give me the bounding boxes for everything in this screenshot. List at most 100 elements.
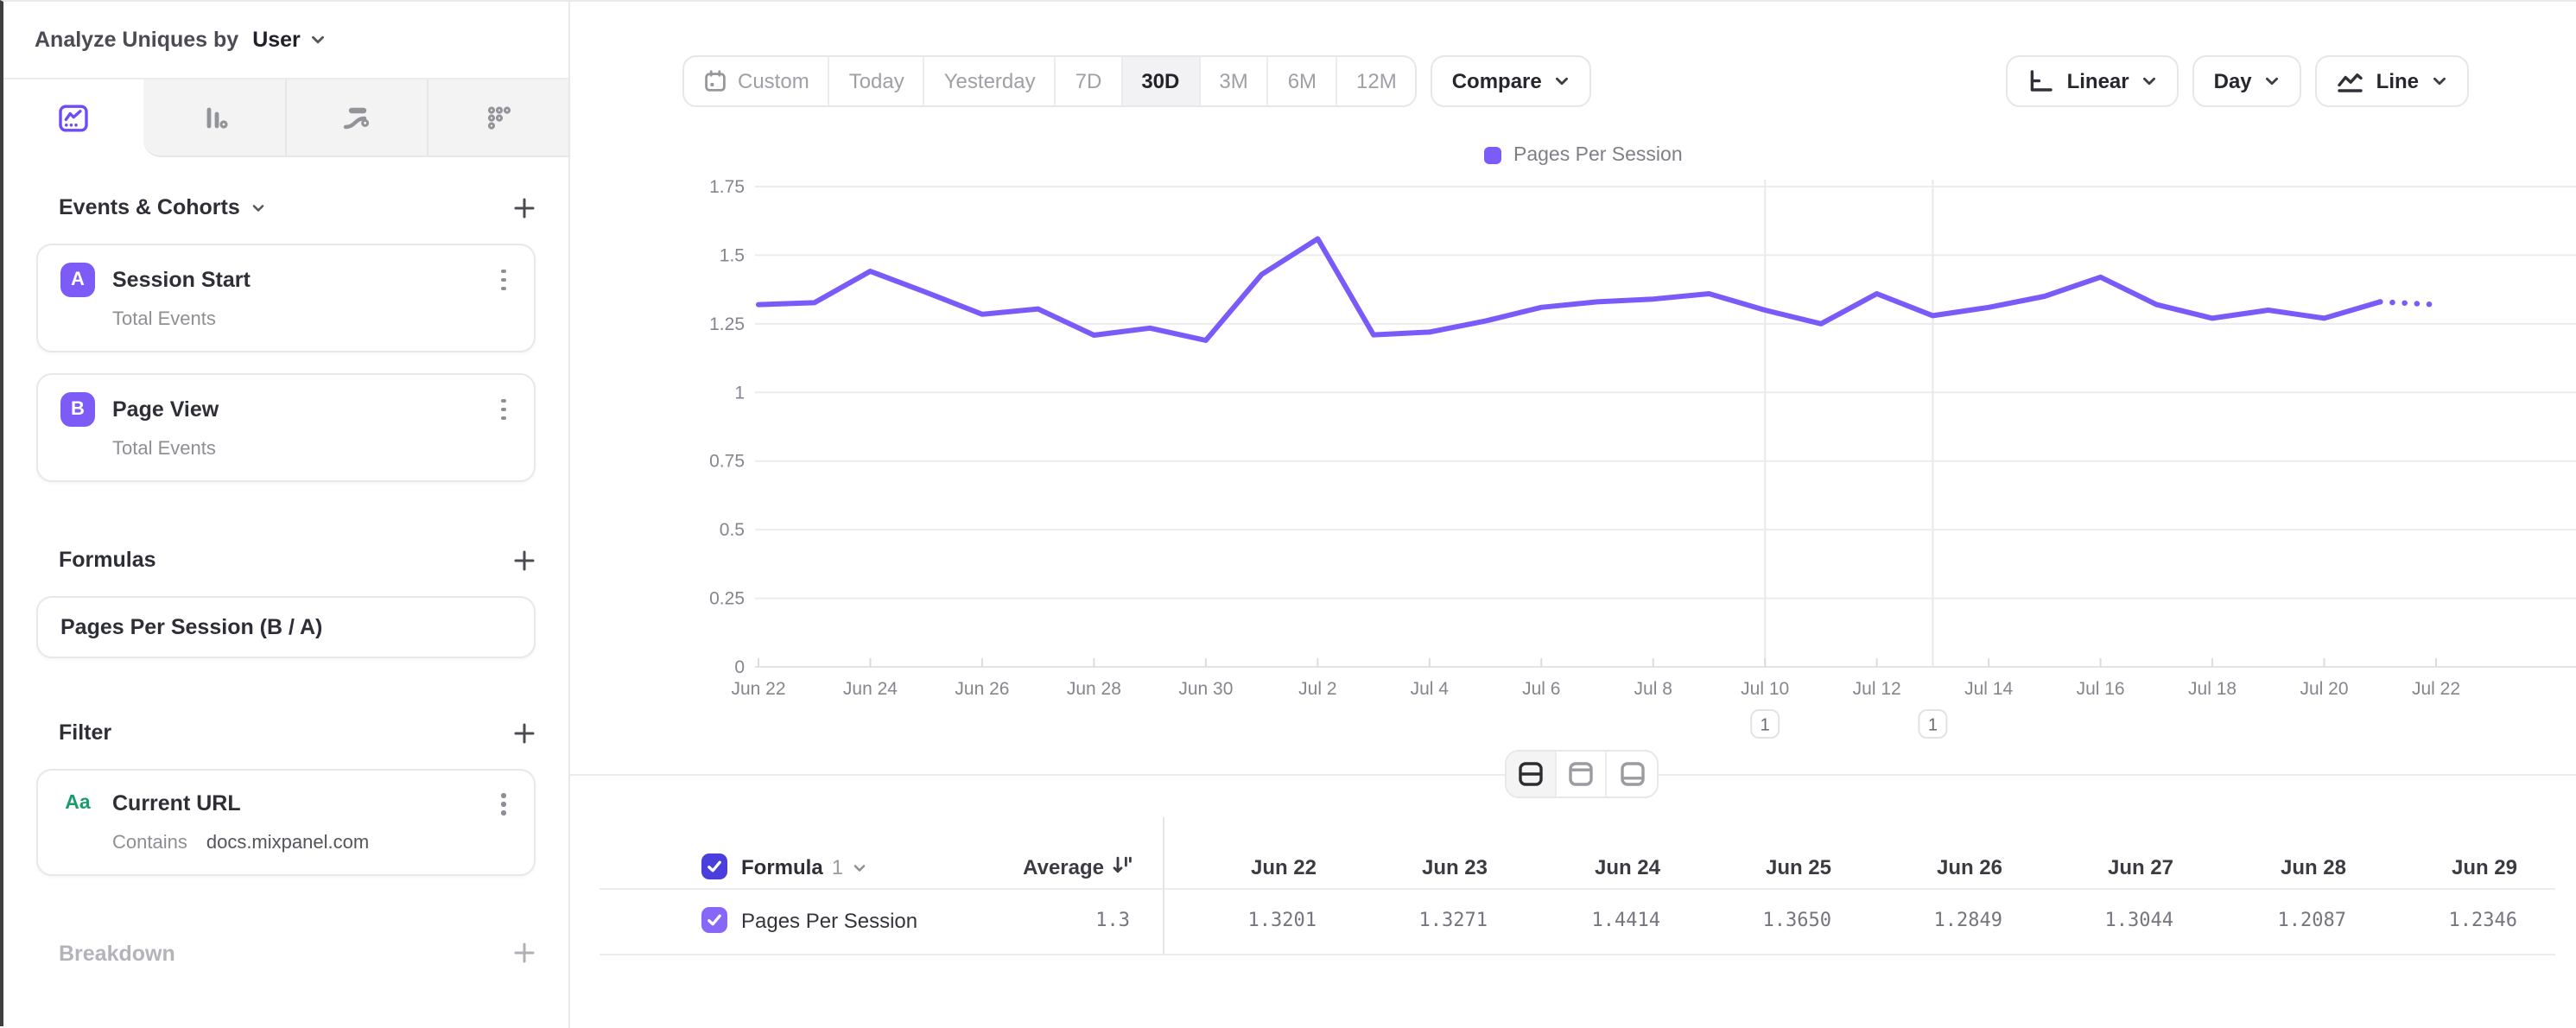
event-card-session-start[interactable]: A Session Start Total Events bbox=[36, 244, 536, 352]
filter-value[interactable]: docs.mixpanel.com bbox=[206, 833, 369, 853]
layout-table-button[interactable] bbox=[1607, 752, 1657, 796]
sort-descending-icon[interactable] bbox=[1111, 853, 1133, 876]
range-12m-button[interactable]: 12M bbox=[1337, 57, 1416, 105]
range-yesterday-button[interactable]: Yesterday bbox=[925, 57, 1056, 105]
x-tick-label: Jun 28 bbox=[1067, 679, 1121, 699]
formula-column-header[interactable]: Formula1 bbox=[741, 855, 867, 879]
x-tick-label: Jul 10 bbox=[1741, 679, 1789, 699]
filter-card-current-url[interactable]: Aa Current URL Containsdocs.mixpanel.com bbox=[36, 769, 536, 876]
formula-card[interactable]: Pages Per Session (B / A) bbox=[36, 596, 536, 658]
event-card-page-view[interactable]: B Page View Total Events bbox=[36, 373, 536, 482]
table-cell: 1.2087 bbox=[2191, 909, 2346, 931]
x-tick-label: Jul 8 bbox=[1634, 679, 1672, 699]
table-row-label[interactable]: Pages Per Session bbox=[741, 909, 917, 933]
event-name[interactable]: Page View bbox=[112, 397, 479, 422]
add-formula-button[interactable] bbox=[513, 549, 536, 571]
y-tick-label: 0.75 bbox=[709, 452, 745, 472]
x-tick-label: Jul 16 bbox=[2077, 679, 2125, 699]
inactive-tabs-group bbox=[143, 79, 568, 157]
x-tick-label: Jul 22 bbox=[2412, 679, 2460, 699]
check-icon bbox=[705, 911, 724, 930]
date-column-header[interactable]: Jun 27 bbox=[2018, 855, 2173, 879]
filter-operator[interactable]: Contains bbox=[112, 833, 187, 853]
y-tick-label: 1 bbox=[734, 383, 745, 403]
granularity-selector-button[interactable]: Day bbox=[2193, 55, 2302, 107]
range-today-button[interactable]: Today bbox=[830, 57, 925, 105]
y-tick-label: 1.5 bbox=[720, 245, 745, 265]
table-cell: 1.3201 bbox=[1161, 909, 1317, 931]
kebab-menu-icon[interactable] bbox=[497, 393, 511, 426]
annotation-count: 1 bbox=[1761, 715, 1770, 734]
insights-report: Analyze Uniques by User bbox=[0, 0, 2576, 1026]
series-line-incomplete bbox=[2380, 301, 2436, 304]
x-tick-label: Jun 30 bbox=[1178, 679, 1233, 699]
y-tick-label: 1.25 bbox=[709, 314, 745, 334]
line-chart-type-icon bbox=[2337, 67, 2364, 95]
series-line bbox=[758, 238, 2380, 340]
y-tick-label: 1.75 bbox=[709, 177, 745, 197]
select-all-checkbox[interactable] bbox=[701, 853, 727, 879]
add-event-button[interactable] bbox=[513, 196, 536, 219]
analyze-uniques-by-dropdown[interactable]: User bbox=[252, 28, 301, 52]
range-7d-button[interactable]: 7D bbox=[1056, 57, 1123, 105]
query-builder-sidebar: Analyze Uniques by User bbox=[3, 2, 570, 1028]
row-checkbox[interactable] bbox=[701, 907, 727, 933]
table-cell: 1.2849 bbox=[1847, 909, 2002, 931]
date-column-header[interactable]: Jun 26 bbox=[1847, 855, 2002, 879]
event-measure[interactable]: Total Events bbox=[112, 309, 511, 330]
x-tick-label: Jul 4 bbox=[1411, 679, 1450, 699]
event-name[interactable]: Session Start bbox=[112, 268, 479, 292]
add-breakdown-button[interactable] bbox=[513, 942, 536, 965]
kebab-menu-icon[interactable] bbox=[497, 263, 511, 296]
tab-insights[interactable] bbox=[3, 79, 143, 157]
chevron-down-icon bbox=[1554, 73, 1571, 90]
range-30d-button[interactable]: 30D bbox=[1122, 57, 1200, 105]
top-panel-view-icon bbox=[1567, 760, 1595, 788]
x-tick-label: Jul 12 bbox=[1853, 679, 1901, 699]
chevron-down-icon bbox=[852, 860, 867, 875]
events-section-title[interactable]: Events & Cohorts bbox=[59, 195, 266, 219]
analyze-label: Analyze Uniques by bbox=[35, 28, 238, 52]
chevron-down-icon bbox=[251, 200, 266, 215]
legend-swatch bbox=[1484, 147, 1501, 164]
date-column-header[interactable]: Jun 22 bbox=[1161, 855, 1317, 879]
layout-chart-button[interactable] bbox=[1557, 752, 1607, 796]
events-section-header: Events & Cohorts bbox=[59, 192, 536, 223]
y-tick-label: 0.25 bbox=[709, 589, 745, 609]
layout-split-button[interactable] bbox=[1507, 752, 1557, 796]
event-measure[interactable]: Total Events bbox=[112, 439, 511, 460]
filter-property-name[interactable]: Current URL bbox=[112, 792, 479, 816]
scale-selector-button[interactable]: Linear bbox=[2007, 55, 2179, 107]
compare-button[interactable]: Compare bbox=[1431, 55, 1592, 107]
x-tick-label: Jul 14 bbox=[1964, 679, 2013, 699]
filter-condition[interactable]: Contains docs.mixpanel.com bbox=[112, 833, 511, 853]
linear-axis-icon bbox=[2027, 67, 2055, 95]
legend-label: Pages Per Session bbox=[1513, 145, 1683, 166]
date-column-header[interactable]: Jun 24 bbox=[1505, 855, 1660, 879]
add-filter-button[interactable] bbox=[513, 721, 536, 744]
formula-expression[interactable]: Pages Per Session (B / A) bbox=[60, 615, 511, 639]
average-column-header[interactable]: Average bbox=[945, 855, 1104, 879]
date-column-header[interactable]: Jun 23 bbox=[1332, 855, 1488, 879]
date-column-header[interactable]: Jun 25 bbox=[1676, 855, 1831, 879]
breakdown-section-title: Breakdown bbox=[59, 942, 175, 966]
date-column-header[interactable]: Jun 29 bbox=[2362, 855, 2517, 879]
x-tick-label: Jun 26 bbox=[955, 679, 1009, 699]
tab-retention[interactable] bbox=[427, 79, 568, 155]
range-6m-button[interactable]: 6M bbox=[1269, 57, 1337, 105]
breakdown-section-header: Breakdown bbox=[59, 938, 536, 969]
event-badge-b: B bbox=[60, 392, 95, 427]
tab-flows[interactable] bbox=[285, 79, 427, 155]
date-column-header[interactable]: Jun 28 bbox=[2191, 855, 2346, 879]
date-range-selector: Custom Today Yesterday 7D 30D 3M 6M 12M bbox=[682, 55, 1418, 107]
chart-type-selector-button[interactable]: Line bbox=[2316, 55, 2469, 107]
tab-bar-chart[interactable] bbox=[143, 79, 285, 155]
chevron-down-icon bbox=[2141, 73, 2159, 90]
table-cell: 1.2346 bbox=[2362, 909, 2517, 931]
line-chart[interactable]: 00.250.50.7511.251.51.75Jun 22Jun 24Jun … bbox=[703, 166, 2576, 753]
table-cell: 1.3650 bbox=[1676, 909, 1831, 931]
range-3m-button[interactable]: 3M bbox=[1200, 57, 1268, 105]
query-sections: Events & Cohorts A Session Start Total E… bbox=[3, 157, 568, 969]
range-custom-button[interactable]: Custom bbox=[684, 57, 830, 105]
kebab-menu-icon[interactable] bbox=[497, 788, 511, 821]
